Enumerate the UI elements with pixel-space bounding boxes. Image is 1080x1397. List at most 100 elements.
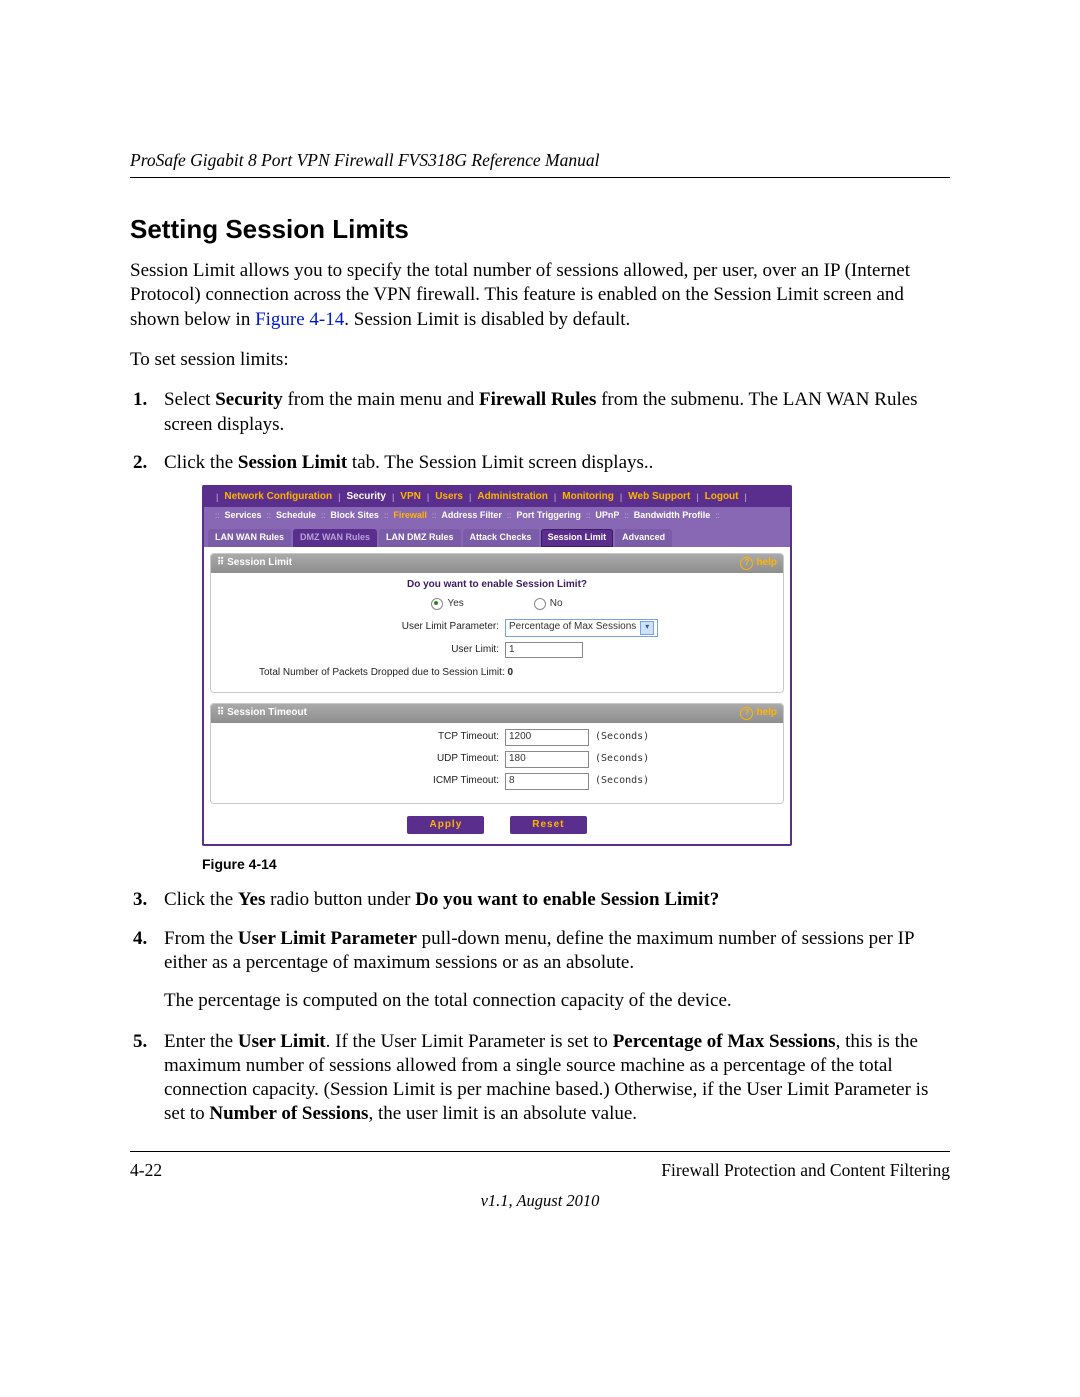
help-link[interactable]: ?help xyxy=(740,557,777,570)
subnav-services[interactable]: Services xyxy=(224,510,261,522)
panel-head-session-timeout: ⠿ Session Timeout ?help xyxy=(211,704,783,723)
step-3: Click the Yes radio button under Do you … xyxy=(152,888,950,912)
panel-head-session-limit: ⠿ Session Limit ?help xyxy=(211,554,783,573)
enable-question: Do you want to enable Session Limit? xyxy=(219,579,775,592)
t: . If the User Limit Parameter is set to xyxy=(326,1031,613,1052)
panel-session-timeout: ⠿ Session Timeout ?help TCP Timeout: 120… xyxy=(210,703,784,803)
radio-yes[interactable]: Yes xyxy=(431,598,463,611)
nav-web-support[interactable]: Web Support xyxy=(628,491,690,504)
nav-network-configuration[interactable]: Network Configuration xyxy=(224,491,332,504)
subnav-bandwidth-profile[interactable]: Bandwidth Profile xyxy=(634,510,711,522)
help-link[interactable]: ?help xyxy=(740,707,777,720)
t: Do you want to enable Session Limit? xyxy=(415,889,719,910)
tab-advanced[interactable]: Advanced xyxy=(615,529,672,548)
t: radio button under xyxy=(265,889,415,910)
t: Select xyxy=(164,389,215,410)
step-4: From the User Limit Parameter pull-down … xyxy=(152,927,950,1014)
figure-caption: Figure 4-14 xyxy=(202,856,950,874)
step-1: Select Security from the main menu and F… xyxy=(152,388,950,437)
tab-dmz-wan-rules[interactable]: DMZ WAN Rules xyxy=(293,529,377,548)
tab-row: LAN WAN Rules DMZ WAN Rules LAN DMZ Rule… xyxy=(204,525,790,548)
tab-session-limit[interactable]: Session Limit xyxy=(541,529,614,548)
t: Firewall Rules xyxy=(479,389,596,410)
row-user-limit-parameter: User Limit Parameter: Percentage of Max … xyxy=(219,619,775,637)
panel-area: ⠿ Session Limit ?help Do you want to ena… xyxy=(204,547,790,844)
t: from the main menu and xyxy=(283,389,479,410)
nav-monitoring[interactable]: Monitoring xyxy=(562,491,614,504)
radio-dot-icon xyxy=(534,598,546,610)
figure-link[interactable]: Figure 4-14 xyxy=(255,309,344,330)
icmp-label: ICMP Timeout: xyxy=(219,775,499,788)
footer: 4-22 Firewall Protection and Content Fil… xyxy=(130,1151,950,1211)
ul-label: User Limit: xyxy=(219,644,499,657)
panel-session-limit: ⠿ Session Limit ?help Do you want to ena… xyxy=(210,553,784,693)
row-tcp-timeout: TCP Timeout: 1200 (Seconds) xyxy=(219,729,775,746)
icmp-input[interactable]: 8 xyxy=(505,773,589,790)
t: Click the xyxy=(164,889,238,910)
manual-page: ProSafe Gigabit 8 Port VPN Firewall FVS3… xyxy=(0,0,1080,1291)
ulp-select[interactable]: Percentage of Max Sessions ▾ xyxy=(505,619,658,637)
running-head: ProSafe Gigabit 8 Port VPN Firewall FVS3… xyxy=(130,150,950,178)
t: Click the xyxy=(164,452,238,473)
udp-label: UDP Timeout: xyxy=(219,753,499,766)
tab-attack-checks[interactable]: Attack Checks xyxy=(463,529,539,548)
reset-button[interactable]: Reset xyxy=(510,816,586,835)
t: Percentage of Max Sessions xyxy=(613,1031,836,1052)
t: Security xyxy=(215,389,283,410)
intro-text-b: . Session Limit is disabled by default. xyxy=(344,309,630,330)
packets-dropped-row: Total Number of Packets Dropped due to S… xyxy=(219,663,775,684)
t: tab. The Session Limit screen displays.. xyxy=(347,452,653,473)
nav-vpn[interactable]: VPN xyxy=(400,491,421,504)
subnav-port-triggering[interactable]: Port Triggering xyxy=(516,510,581,522)
row-icmp-timeout: ICMP Timeout: 8 (Seconds) xyxy=(219,773,775,790)
dropped-label: Total Number of Packets Dropped due to S… xyxy=(259,667,507,678)
page-number: 4-22 xyxy=(130,1160,162,1181)
tab-lan-dmz-rules[interactable]: LAN DMZ Rules xyxy=(379,529,461,548)
nav-logout[interactable]: Logout xyxy=(705,491,739,504)
footer-version: v1.1, August 2010 xyxy=(130,1191,950,1211)
dropped-value: 0 xyxy=(507,667,513,678)
nav-users[interactable]: Users xyxy=(435,491,463,504)
nav-security[interactable]: Security xyxy=(346,491,385,504)
to-set-session-limits: To set session limits: xyxy=(130,348,950,372)
t: Enter the xyxy=(164,1031,238,1052)
t: Number of Sessions xyxy=(209,1103,368,1124)
tab-lan-wan-rules[interactable]: LAN WAN Rules xyxy=(208,529,291,548)
tcp-input[interactable]: 1200 xyxy=(505,729,589,746)
panel-title: ⠿ Session Timeout xyxy=(217,707,307,720)
ulp-value: Percentage of Max Sessions xyxy=(509,621,636,634)
help-icon: ? xyxy=(740,707,753,720)
t: Yes xyxy=(238,889,265,910)
step-5: Enter the User Limit. If the User Limit … xyxy=(152,1030,950,1127)
ulp-label: User Limit Parameter: xyxy=(219,621,499,634)
radio-row: Yes No xyxy=(219,598,775,611)
panel-title: ⠿ Session Limit xyxy=(217,557,292,570)
subnav-address-filter[interactable]: Address Filter xyxy=(441,510,502,522)
nav-administration[interactable]: Administration xyxy=(477,491,548,504)
subnav-upnp[interactable]: UPnP xyxy=(595,510,619,522)
subnav-block-sites[interactable]: Block Sites xyxy=(330,510,379,522)
panel-body: Do you want to enable Session Limit? Yes… xyxy=(211,573,783,692)
unit-seconds: (Seconds) xyxy=(595,775,775,788)
t: , the user limit is an absolute value. xyxy=(368,1103,637,1124)
subnav-schedule[interactable]: Schedule xyxy=(276,510,316,522)
apply-button[interactable]: Apply xyxy=(407,816,484,835)
intro-paragraph: Session Limit allows you to specify the … xyxy=(130,259,950,332)
chapter-title: Firewall Protection and Content Filterin… xyxy=(661,1160,950,1181)
step-4-extra: The percentage is computed on the total … xyxy=(164,989,950,1013)
ul-input[interactable]: 1 xyxy=(505,642,583,659)
radio-dot-icon xyxy=(431,598,443,610)
embedded-ui: | Network Configuration| Security| VPN| … xyxy=(202,485,792,846)
sub-nav: :: Services:: Schedule:: Block Sites:: F… xyxy=(204,507,790,525)
unit-seconds: (Seconds) xyxy=(595,753,775,766)
udp-input[interactable]: 180 xyxy=(505,751,589,768)
radio-no[interactable]: No xyxy=(534,598,563,611)
section-title: Setting Session Limits xyxy=(130,214,950,245)
subnav-firewall[interactable]: Firewall xyxy=(393,510,427,522)
nav-sep: | xyxy=(210,492,224,504)
top-nav: | Network Configuration| Security| VPN| … xyxy=(204,487,790,507)
app-window: | Network Configuration| Security| VPN| … xyxy=(202,485,792,846)
row-user-limit: User Limit: 1 xyxy=(219,642,775,659)
t: Session Limit xyxy=(238,452,347,473)
help-icon: ? xyxy=(740,557,753,570)
